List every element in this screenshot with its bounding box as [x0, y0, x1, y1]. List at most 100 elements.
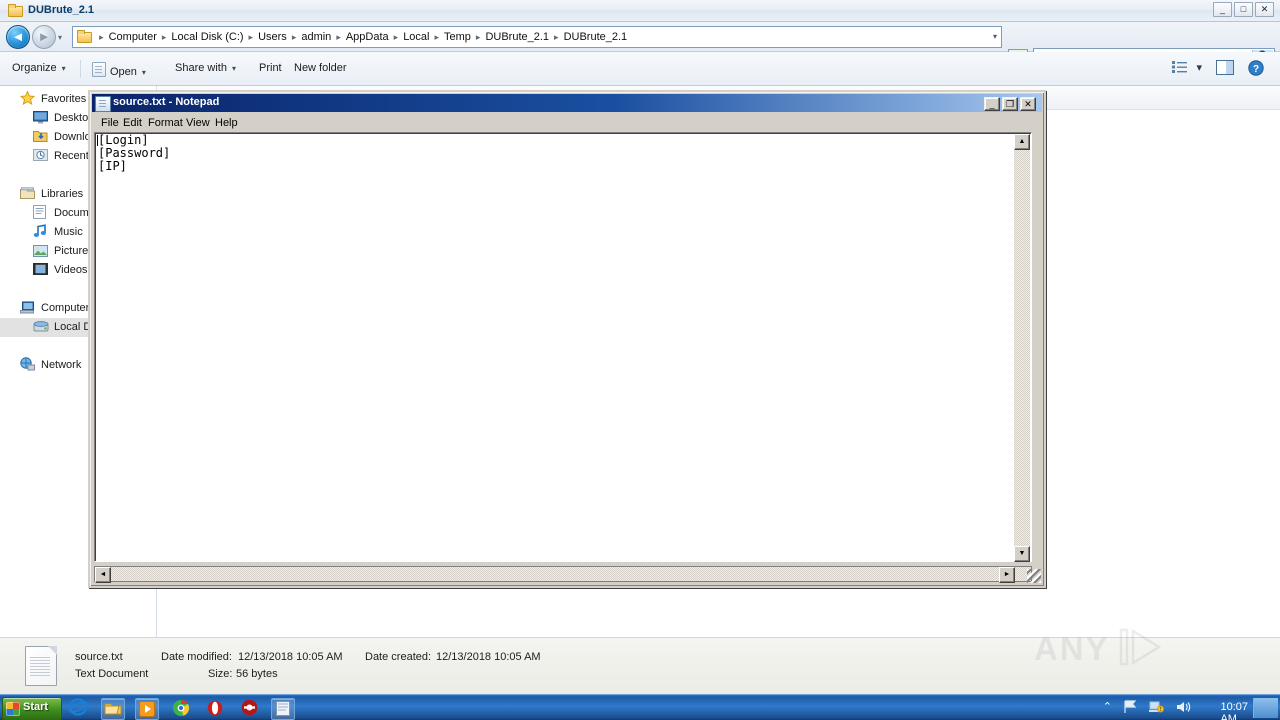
close-button[interactable]: ✕	[1255, 2, 1274, 17]
notepad-window[interactable]: source.txt - Notepad _ ❐ ✕ File Edit Forma…	[88, 90, 1046, 588]
open-button[interactable]: Open ▾	[92, 62, 146, 78]
nav-group-label: Libraries	[41, 188, 84, 200]
breadcrumb-item[interactable]: DUBrute_2.1	[483, 31, 551, 43]
scroll-up-button[interactable]: ▲	[1014, 134, 1030, 150]
breadcrumb-separator-icon[interactable]: ▸	[159, 32, 170, 42]
breadcrumb-separator-icon[interactable]: ▸	[289, 32, 300, 42]
open-label: Open	[110, 66, 137, 78]
breadcrumb-item[interactable]: Computer	[107, 31, 159, 43]
breadcrumb-item[interactable]: Local Disk (C:)	[169, 31, 245, 43]
breadcrumb-item[interactable]: AppData	[344, 31, 391, 43]
details-size-value: 56 bytes	[236, 668, 278, 680]
taskbar: Start ⌃ ! 10:07 AM	[0, 694, 1280, 720]
notepad-text-area[interactable]: [Login] [Password] [IP] ▲ ▼	[94, 132, 1032, 562]
organize-button[interactable]: Organize ▾	[12, 62, 66, 74]
action-center-flag-icon[interactable]	[1123, 700, 1138, 717]
back-button[interactable]: ◄	[6, 25, 30, 49]
preview-pane-icon[interactable]	[1216, 60, 1234, 78]
address-input[interactable]: ▸ Computer ▸ Local Disk (C:) ▸ Users ▸ admin ▸ Ap…	[72, 26, 1002, 48]
view-chevron-down-icon[interactable]: ▾	[1196, 61, 1202, 74]
sidebar-item-desktop[interactable]: Desktop	[33, 109, 94, 128]
star-icon	[19, 90, 36, 106]
change-view-button[interactable]	[1172, 61, 1188, 76]
show-desktop-icon[interactable]	[1253, 698, 1278, 718]
breadcrumb-item[interactable]: Users	[256, 31, 289, 43]
windows-explorer-icon[interactable]	[101, 698, 125, 720]
command-separator	[80, 60, 81, 78]
clock[interactable]: 10:07 AM	[1220, 701, 1248, 720]
notepad-maximize-button[interactable]: ❐	[1002, 97, 1018, 111]
share-with-button[interactable]: Share with ▾	[175, 62, 236, 74]
new-folder-button[interactable]: New folder	[294, 62, 347, 74]
computer-icon	[20, 301, 36, 315]
breadcrumb-separator-icon[interactable]: ▸	[246, 32, 257, 42]
notepad-horizontal-scrollbar[interactable]: ◄ ►	[94, 566, 1032, 583]
start-button[interactable]: Start	[2, 697, 62, 720]
print-button[interactable]: Print	[259, 62, 282, 74]
opera-icon[interactable]	[204, 698, 226, 718]
breadcrumb[interactable]: ▸ Computer ▸ Local Disk (C:) ▸ Users ▸ admin ▸ Ap…	[77, 27, 629, 47]
sidebar-item-docume[interactable]: Docume	[33, 204, 95, 223]
notepad-menu-bar[interactable]: File Edit Format View Help	[92, 113, 1042, 132]
media-player-icon[interactable]	[135, 698, 159, 720]
tray-chevron-icon[interactable]: ⌃	[1103, 700, 1112, 713]
notepad-taskbar-icon[interactable]	[271, 698, 295, 720]
notepad-close-button[interactable]: ✕	[1020, 97, 1036, 111]
print-label: Print	[259, 62, 282, 74]
notepad-icon	[95, 96, 111, 112]
screen: DUBrute_2.1 _ □ ✕ ◄ ► ▾ ▸ Computer ▸ Local …	[0, 0, 1280, 720]
address-dropdown-icon[interactable]: ▾	[993, 32, 997, 41]
nav-group-libraries[interactable]: Libraries	[20, 185, 83, 204]
internet-explorer-icon[interactable]	[68, 698, 90, 718]
desktop-icon	[33, 111, 49, 125]
breadcrumb-item[interactable]: Local	[401, 31, 431, 43]
nav-group-favorites[interactable]: Favorites	[19, 90, 87, 109]
breadcrumb-separator-icon[interactable]: ▸	[391, 32, 402, 42]
sidebar-item-pictures[interactable]: Pictures	[33, 242, 94, 261]
organize-label: Organize	[12, 62, 57, 74]
details-date-created-value: 12/13/2018 10:05 AM	[436, 651, 541, 663]
details-date-modified-label: Date modified:	[161, 651, 232, 663]
svg-text:?: ?	[1253, 64, 1259, 75]
notepad-title: source.txt - Notepad	[113, 96, 220, 108]
network-tray-icon[interactable]: !	[1149, 700, 1164, 717]
notepad-title-bar[interactable]: source.txt - Notepad _ ❐ ✕	[92, 94, 1042, 112]
breadcrumb-separator-icon[interactable]: ▸	[96, 32, 107, 42]
sidebar-item-recent[interactable]: Recent	[33, 147, 89, 166]
nav-group-computer[interactable]: Computer	[20, 299, 89, 318]
recent-places-icon	[33, 149, 49, 163]
breadcrumb-separator-icon[interactable]: ▸	[473, 32, 484, 42]
breadcrumb-separator-icon[interactable]: ▸	[431, 32, 442, 42]
maximize-button[interactable]: □	[1234, 2, 1253, 17]
sidebar-item-music[interactable]: Music	[33, 223, 83, 242]
minimize-button[interactable]: _	[1213, 2, 1232, 17]
breadcrumb-separator-icon[interactable]: ▸	[551, 32, 562, 42]
nav-group-network[interactable]: Network	[20, 356, 81, 375]
documents-icon	[33, 205, 49, 219]
scroll-right-button[interactable]: ►	[999, 567, 1015, 583]
notepad-menu-help[interactable]: Help	[210, 116, 243, 130]
forward-button[interactable]: ►	[32, 25, 56, 49]
volume-icon[interactable]	[1176, 700, 1192, 717]
resize-grip[interactable]	[1027, 569, 1041, 583]
breadcrumb-item[interactable]: admin	[299, 31, 333, 43]
window-title: DUBrute_2.1	[28, 4, 95, 16]
scroll-down-button[interactable]: ▼	[1014, 546, 1030, 562]
help-icon[interactable]: ?	[1248, 60, 1264, 79]
breadcrumb-item[interactable]: DUBrute_2.1	[562, 31, 630, 43]
nav-group-label: Favorites	[41, 93, 87, 105]
notepad-content[interactable]: [Login] [Password] [IP]	[98, 134, 170, 173]
folder-icon	[8, 4, 23, 17]
notepad-minimize-button[interactable]: _	[984, 97, 1000, 111]
google-chrome-icon[interactable]	[170, 698, 192, 718]
breadcrumb-item[interactable]: Temp	[442, 31, 473, 43]
scroll-left-button[interactable]: ◄	[95, 567, 111, 583]
recent-pages-dropdown[interactable]: ▾	[58, 33, 67, 42]
music-icon	[33, 224, 49, 238]
breadcrumb-separator-icon[interactable]: ▸	[333, 32, 344, 42]
start-label: Start	[23, 701, 49, 713]
notepad-vertical-scrollbar[interactable]: ▲ ▼	[1014, 134, 1030, 562]
sidebar-item-videos[interactable]: Videos	[33, 261, 87, 280]
breadcrumb-folder-icon	[77, 29, 92, 49]
browser-icon[interactable]	[238, 698, 260, 718]
